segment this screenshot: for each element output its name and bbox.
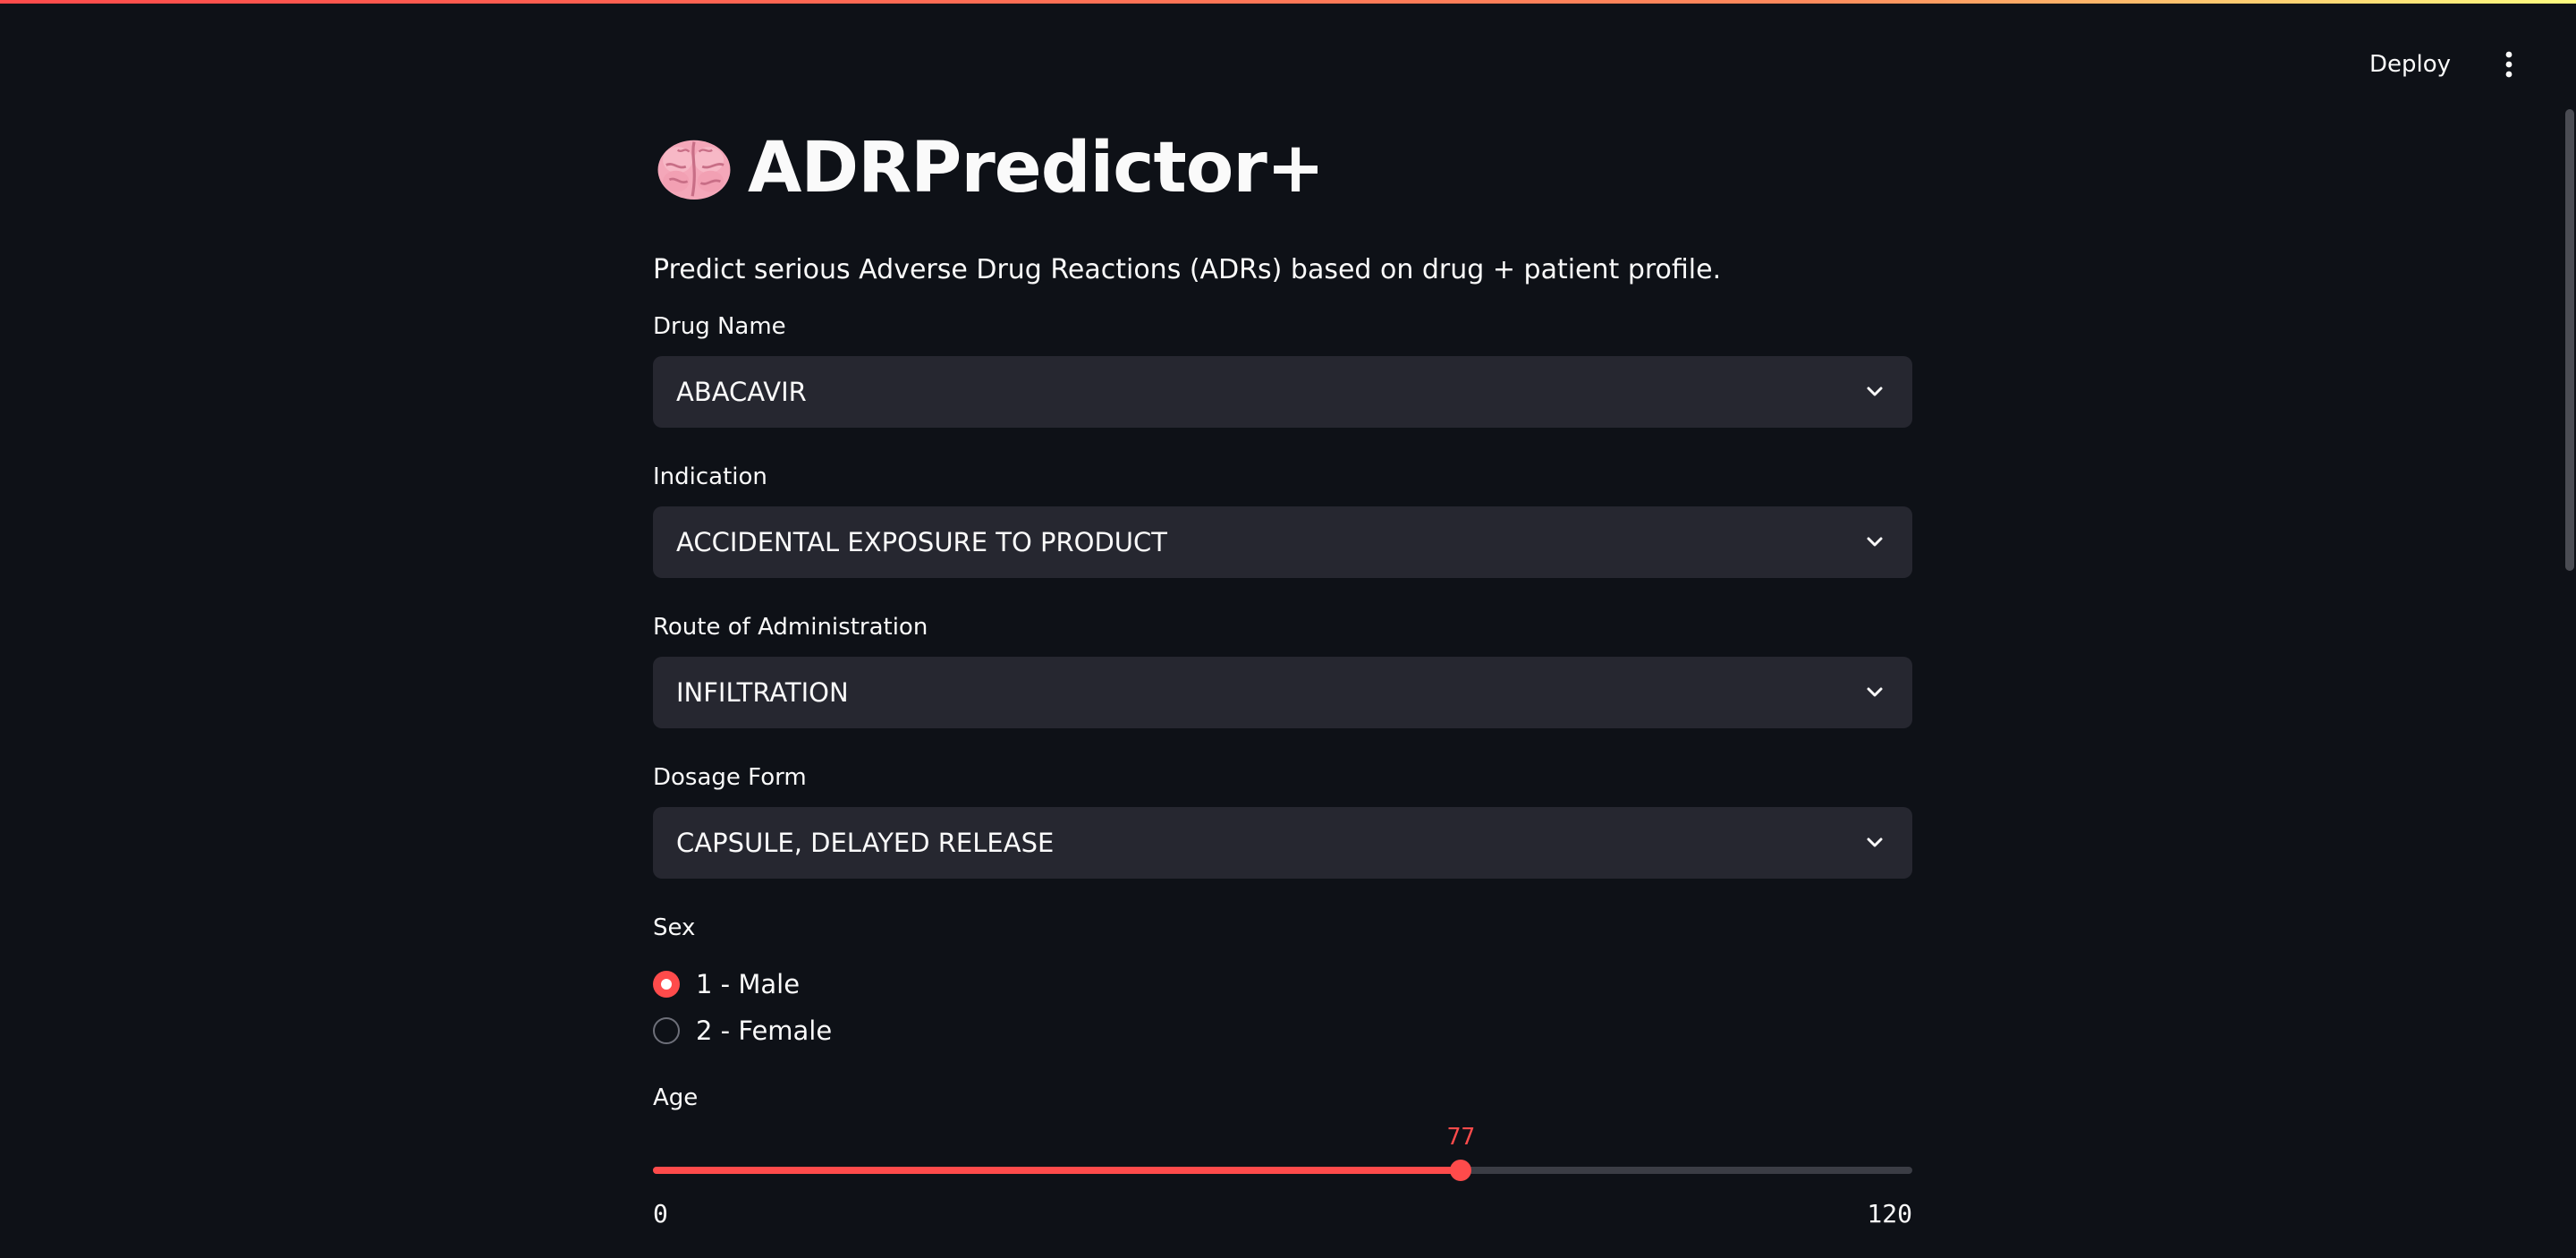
drug-name-select[interactable]: ABACAVIR	[653, 356, 1912, 428]
age-slider-value: 77	[1446, 1124, 1476, 1151]
top-decoration-bar	[0, 0, 2576, 4]
sex-radio-group: 1 - Male 2 - Female	[653, 961, 1912, 1054]
more-vertical-icon	[2505, 51, 2512, 78]
main-content: ADRPredictor+ Predict serious Adverse Dr…	[653, 118, 1912, 1258]
drug-name-field: Drug Name ABACAVIR	[653, 311, 1912, 428]
dosage-form-field: Dosage Form CAPSULE, DELAYED RELEASE	[653, 762, 1912, 879]
age-slider-thumb[interactable]	[1450, 1160, 1472, 1181]
sex-label: Sex	[653, 914, 696, 941]
drug-name-label: Drug Name	[653, 313, 786, 340]
route-label: Route of Administration	[653, 614, 928, 641]
dosage-form-select[interactable]: CAPSULE, DELAYED RELEASE	[653, 807, 1912, 879]
drug-name-value: ABACAVIR	[676, 377, 807, 407]
deploy-button[interactable]: Deploy	[2360, 47, 2460, 81]
main-menu-button[interactable]	[2496, 45, 2522, 84]
radio-checked-icon	[653, 971, 680, 998]
age-field: Age 77 0 120	[653, 1083, 1912, 1258]
page-subtitle: Predict serious Adverse Drug Reactions (…	[653, 254, 1722, 285]
chevron-down-icon	[1867, 537, 1883, 547]
route-select[interactable]: INFILTRATION	[653, 657, 1912, 728]
chevron-down-icon	[1867, 687, 1883, 697]
age-slider-fill	[653, 1167, 1462, 1174]
sex-field: Sex 1 - Male 2 - Female	[653, 913, 1912, 1054]
sex-option-male[interactable]: 1 - Male	[653, 961, 1912, 1007]
chevron-down-icon	[1867, 837, 1883, 847]
age-slider-min: 0	[653, 1199, 668, 1228]
page-title: ADRPredictor+	[748, 128, 1325, 208]
dosage-form-value: CAPSULE, DELAYED RELEASE	[676, 828, 1055, 858]
chevron-down-icon	[1867, 387, 1883, 396]
age-slider-max: 120	[1867, 1199, 1912, 1228]
sex-option-label: 2 - Female	[696, 1016, 833, 1046]
title-row: ADRPredictor+	[653, 118, 1912, 218]
age-label: Age	[653, 1084, 699, 1111]
sex-option-female[interactable]: 2 - Female	[653, 1007, 1912, 1054]
scrollbar-thumb[interactable]	[2565, 109, 2574, 571]
indication-select[interactable]: ACCIDENTAL EXPOSURE TO PRODUCT	[653, 506, 1912, 578]
indication-label: Indication	[653, 463, 767, 490]
route-field: Route of Administration INFILTRATION	[653, 612, 1912, 728]
indication-field: Indication ACCIDENTAL EXPOSURE TO PRODUC…	[653, 462, 1912, 578]
radio-unchecked-icon	[653, 1017, 680, 1044]
route-value: INFILTRATION	[676, 677, 849, 708]
sex-option-label: 1 - Male	[696, 969, 801, 999]
toolbar: Deploy	[2360, 45, 2522, 84]
indication-value: ACCIDENTAL EXPOSURE TO PRODUCT	[676, 527, 1167, 557]
brain-icon	[657, 140, 731, 200]
dosage-form-label: Dosage Form	[653, 764, 807, 791]
